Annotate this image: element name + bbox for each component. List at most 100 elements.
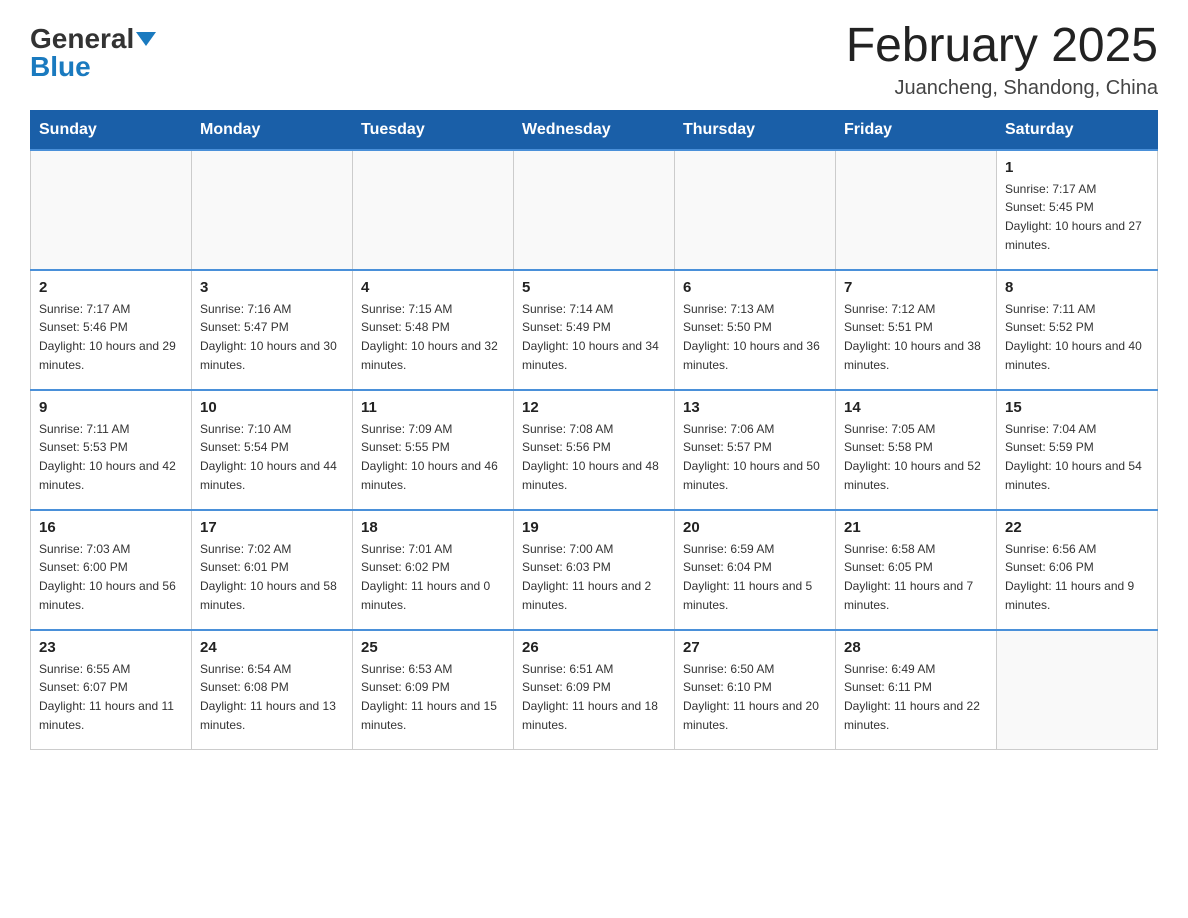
- day-sun-info: Sunrise: 7:12 AMSunset: 5:51 PMDaylight:…: [844, 300, 988, 374]
- day-number: 9: [39, 399, 183, 416]
- calendar-header-row: SundayMondayTuesdayWednesdayThursdayFrid…: [31, 110, 1158, 150]
- page-header: General Blue February 2025 Juancheng, Sh…: [30, 20, 1158, 100]
- calendar-day-cell: 28 Sunrise: 6:49 AMSunset: 6:11 PMDayligh…: [836, 630, 997, 750]
- calendar-day-cell: 24 Sunrise: 6:54 AMSunset: 6:08 PMDayligh…: [192, 630, 353, 750]
- day-sun-info: Sunrise: 7:11 AMSunset: 5:53 PMDaylight:…: [39, 420, 183, 494]
- day-number: 3: [200, 279, 344, 296]
- calendar-day-cell: [836, 150, 997, 270]
- day-sun-info: Sunrise: 7:02 AMSunset: 6:01 PMDaylight:…: [200, 540, 344, 614]
- day-sun-info: Sunrise: 7:04 AMSunset: 5:59 PMDaylight:…: [1005, 420, 1149, 494]
- logo: General Blue: [30, 20, 156, 81]
- day-number: 10: [200, 399, 344, 416]
- day-sun-info: Sunrise: 7:15 AMSunset: 5:48 PMDaylight:…: [361, 300, 505, 374]
- day-sun-info: Sunrise: 6:55 AMSunset: 6:07 PMDaylight:…: [39, 660, 183, 734]
- day-sun-info: Sunrise: 7:05 AMSunset: 5:58 PMDaylight:…: [844, 420, 988, 494]
- calendar-day-cell: 9 Sunrise: 7:11 AMSunset: 5:53 PMDaylight…: [31, 390, 192, 510]
- day-number: 1: [1005, 159, 1149, 176]
- day-number: 23: [39, 639, 183, 656]
- day-number: 21: [844, 519, 988, 536]
- day-sun-info: Sunrise: 7:11 AMSunset: 5:52 PMDaylight:…: [1005, 300, 1149, 374]
- day-sun-info: Sunrise: 6:51 AMSunset: 6:09 PMDaylight:…: [522, 660, 666, 734]
- calendar-day-cell: 23 Sunrise: 6:55 AMSunset: 6:07 PMDayligh…: [31, 630, 192, 750]
- title-block: February 2025 Juancheng, Shandong, China: [846, 20, 1158, 100]
- day-sun-info: Sunrise: 7:10 AMSunset: 5:54 PMDaylight:…: [200, 420, 344, 494]
- day-number: 5: [522, 279, 666, 296]
- day-number: 25: [361, 639, 505, 656]
- calendar-day-cell: 20 Sunrise: 6:59 AMSunset: 6:04 PMDayligh…: [675, 510, 836, 630]
- location: Juancheng, Shandong, China: [846, 77, 1158, 100]
- day-sun-info: Sunrise: 7:14 AMSunset: 5:49 PMDaylight:…: [522, 300, 666, 374]
- calendar-day-cell: 11Sunrise: 7:09 AMSunset: 5:55 PMDayligh…: [353, 390, 514, 510]
- calendar-day-cell: [997, 630, 1158, 750]
- calendar-day-cell: 17 Sunrise: 7:02 AMSunset: 6:01 PMDayligh…: [192, 510, 353, 630]
- weekday-header-sunday: Sunday: [31, 110, 192, 150]
- day-number: 14: [844, 399, 988, 416]
- day-sun-info: Sunrise: 7:13 AMSunset: 5:50 PMDaylight:…: [683, 300, 827, 374]
- calendar-week-row: 16 Sunrise: 7:03 AMSunset: 6:00 PMDayligh…: [31, 510, 1158, 630]
- weekday-header-tuesday: Tuesday: [353, 110, 514, 150]
- calendar-day-cell: [353, 150, 514, 270]
- day-sun-info: Sunrise: 6:56 AMSunset: 6:06 PMDaylight:…: [1005, 540, 1149, 614]
- day-sun-info: Sunrise: 7:17 AMSunset: 5:45 PMDaylight:…: [1005, 180, 1149, 254]
- calendar-week-row: 1 Sunrise: 7:17 AMSunset: 5:45 PMDaylight…: [31, 150, 1158, 270]
- day-number: 26: [522, 639, 666, 656]
- calendar-day-cell: [192, 150, 353, 270]
- weekday-header-wednesday: Wednesday: [514, 110, 675, 150]
- day-number: 18: [361, 519, 505, 536]
- day-sun-info: Sunrise: 6:50 AMSunset: 6:10 PMDaylight:…: [683, 660, 827, 734]
- calendar-day-cell: 25 Sunrise: 6:53 AMSunset: 6:09 PMDayligh…: [353, 630, 514, 750]
- calendar-week-row: 2 Sunrise: 7:17 AMSunset: 5:46 PMDaylight…: [31, 270, 1158, 390]
- day-sun-info: Sunrise: 7:00 AMSunset: 6:03 PMDaylight:…: [522, 540, 666, 614]
- weekday-header-saturday: Saturday: [997, 110, 1158, 150]
- day-number: 28: [844, 639, 988, 656]
- calendar-day-cell: [31, 150, 192, 270]
- day-number: 22: [1005, 519, 1149, 536]
- day-number: 8: [1005, 279, 1149, 296]
- day-number: 24: [200, 639, 344, 656]
- month-title: February 2025: [846, 20, 1158, 73]
- day-number: 13: [683, 399, 827, 416]
- day-number: 11: [361, 399, 505, 416]
- day-sun-info: Sunrise: 7:16 AMSunset: 5:47 PMDaylight:…: [200, 300, 344, 374]
- calendar-day-cell: 6 Sunrise: 7:13 AMSunset: 5:50 PMDaylight…: [675, 270, 836, 390]
- day-number: 27: [683, 639, 827, 656]
- calendar-day-cell: 2 Sunrise: 7:17 AMSunset: 5:46 PMDaylight…: [31, 270, 192, 390]
- day-sun-info: Sunrise: 7:01 AMSunset: 6:02 PMDaylight:…: [361, 540, 505, 614]
- calendar-day-cell: 18 Sunrise: 7:01 AMSunset: 6:02 PMDayligh…: [353, 510, 514, 630]
- day-sun-info: Sunrise: 7:06 AMSunset: 5:57 PMDaylight:…: [683, 420, 827, 494]
- logo-general: General: [30, 25, 134, 53]
- day-number: 2: [39, 279, 183, 296]
- calendar-day-cell: [675, 150, 836, 270]
- logo-blue: Blue: [30, 53, 91, 81]
- day-sun-info: Sunrise: 7:17 AMSunset: 5:46 PMDaylight:…: [39, 300, 183, 374]
- day-sun-info: Sunrise: 6:58 AMSunset: 6:05 PMDaylight:…: [844, 540, 988, 614]
- day-sun-info: Sunrise: 6:49 AMSunset: 6:11 PMDaylight:…: [844, 660, 988, 734]
- day-sun-info: Sunrise: 6:53 AMSunset: 6:09 PMDaylight:…: [361, 660, 505, 734]
- day-number: 16: [39, 519, 183, 536]
- calendar-week-row: 9 Sunrise: 7:11 AMSunset: 5:53 PMDaylight…: [31, 390, 1158, 510]
- calendar-day-cell: 10 Sunrise: 7:10 AMSunset: 5:54 PMDayligh…: [192, 390, 353, 510]
- day-number: 19: [522, 519, 666, 536]
- logo-triangle-icon: [136, 32, 156, 46]
- day-sun-info: Sunrise: 6:59 AMSunset: 6:04 PMDaylight:…: [683, 540, 827, 614]
- weekday-header-monday: Monday: [192, 110, 353, 150]
- day-number: 6: [683, 279, 827, 296]
- calendar-day-cell: 19 Sunrise: 7:00 AMSunset: 6:03 PMDayligh…: [514, 510, 675, 630]
- day-sun-info: Sunrise: 7:03 AMSunset: 6:00 PMDaylight:…: [39, 540, 183, 614]
- calendar-day-cell: 13 Sunrise: 7:06 AMSunset: 5:57 PMDayligh…: [675, 390, 836, 510]
- day-sun-info: Sunrise: 7:08 AMSunset: 5:56 PMDaylight:…: [522, 420, 666, 494]
- calendar-day-cell: 8 Sunrise: 7:11 AMSunset: 5:52 PMDaylight…: [997, 270, 1158, 390]
- calendar-day-cell: 27 Sunrise: 6:50 AMSunset: 6:10 PMDayligh…: [675, 630, 836, 750]
- calendar-day-cell: 14 Sunrise: 7:05 AMSunset: 5:58 PMDayligh…: [836, 390, 997, 510]
- weekday-header-friday: Friday: [836, 110, 997, 150]
- calendar-day-cell: 26 Sunrise: 6:51 AMSunset: 6:09 PMDayligh…: [514, 630, 675, 750]
- calendar-day-cell: 7 Sunrise: 7:12 AMSunset: 5:51 PMDaylight…: [836, 270, 997, 390]
- day-number: 20: [683, 519, 827, 536]
- calendar-day-cell: 21 Sunrise: 6:58 AMSunset: 6:05 PMDayligh…: [836, 510, 997, 630]
- day-sun-info: Sunrise: 6:54 AMSunset: 6:08 PMDaylight:…: [200, 660, 344, 734]
- calendar-day-cell: 5 Sunrise: 7:14 AMSunset: 5:49 PMDaylight…: [514, 270, 675, 390]
- day-number: 15: [1005, 399, 1149, 416]
- calendar-day-cell: 1 Sunrise: 7:17 AMSunset: 5:45 PMDaylight…: [997, 150, 1158, 270]
- day-number: 7: [844, 279, 988, 296]
- day-number: 17: [200, 519, 344, 536]
